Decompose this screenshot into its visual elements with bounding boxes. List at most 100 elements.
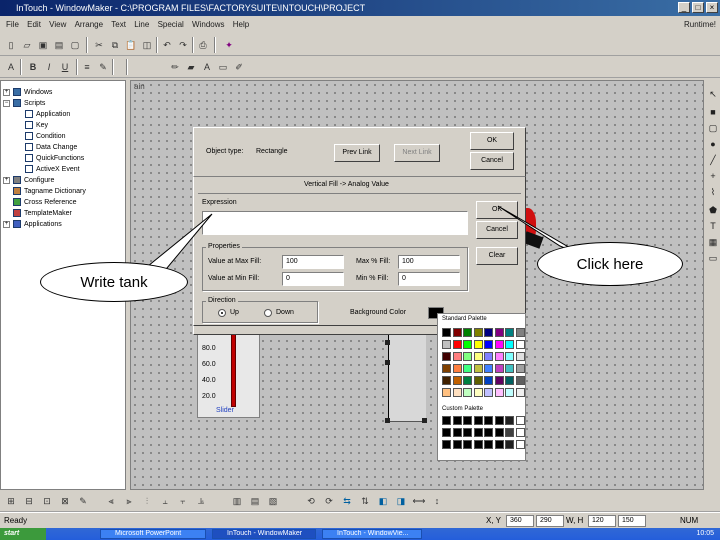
color-swatch[interactable] bbox=[484, 352, 493, 361]
align-icon[interactable]: ⊞ bbox=[4, 494, 18, 508]
align-top-icon[interactable]: ⫠ bbox=[158, 494, 172, 508]
color-swatch[interactable] bbox=[505, 352, 514, 361]
maximize-button[interactable]: □ bbox=[692, 2, 704, 13]
menu-special[interactable]: Special bbox=[158, 20, 184, 29]
color-swatch[interactable] bbox=[505, 364, 514, 373]
color-swatch[interactable] bbox=[463, 440, 472, 449]
tree-item-activex-event[interactable]: ActiveX Event bbox=[25, 165, 80, 174]
save-all-icon[interactable]: ▤ bbox=[52, 38, 66, 52]
slider-wizard[interactable]: 80.0 60.0 40.0 20.0 Slider bbox=[197, 330, 260, 418]
color-swatch[interactable] bbox=[494, 364, 504, 373]
tank-rectangle[interactable] bbox=[388, 330, 426, 422]
font-icon[interactable]: A bbox=[4, 60, 18, 74]
color-swatch[interactable] bbox=[442, 440, 451, 449]
max-fill-input[interactable]: 100 bbox=[398, 255, 460, 269]
bold-icon[interactable]: B bbox=[26, 60, 40, 74]
color-swatch[interactable] bbox=[452, 328, 462, 337]
break-cell-icon[interactable]: ▤ bbox=[248, 494, 262, 508]
grid-icon[interactable]: ⊡ bbox=[40, 494, 54, 508]
rotate-left-icon[interactable]: ⟲ bbox=[304, 494, 318, 508]
object-ok-button[interactable]: OK bbox=[470, 132, 514, 150]
color-swatch[interactable] bbox=[515, 328, 525, 337]
color-swatch[interactable] bbox=[505, 376, 514, 385]
menu-windows[interactable]: Windows bbox=[192, 20, 224, 29]
save-icon[interactable]: ▣ bbox=[36, 38, 50, 52]
color-swatch[interactable] bbox=[515, 440, 525, 449]
expand-applications-icon[interactable]: + bbox=[3, 221, 10, 228]
color-swatch[interactable] bbox=[515, 340, 525, 349]
tree-item-windows[interactable]: Windows bbox=[13, 88, 52, 97]
make-cell-icon[interactable]: ▥ bbox=[230, 494, 244, 508]
color-swatch[interactable] bbox=[484, 440, 493, 449]
minimize-button[interactable]: _ bbox=[678, 2, 690, 13]
color-swatch[interactable] bbox=[473, 416, 483, 425]
task-powerpoint[interactable]: Microsoft PowerPoint bbox=[100, 529, 206, 539]
tree-item-condition[interactable]: Condition bbox=[25, 132, 66, 141]
rotate-right-icon[interactable]: ⟳ bbox=[322, 494, 336, 508]
menu-file[interactable]: File bbox=[6, 20, 19, 29]
color-swatch[interactable] bbox=[452, 364, 462, 373]
close-button[interactable]: × bbox=[706, 2, 718, 13]
task-windowmaker[interactable]: InTouch - WindowMaker bbox=[212, 529, 316, 539]
pencil-icon[interactable]: ✎ bbox=[76, 494, 90, 508]
menu-runtime[interactable]: Runtime! bbox=[684, 16, 716, 34]
tree-item-quickfunctions[interactable]: QuickFunctions bbox=[25, 154, 84, 163]
fill-ok-button[interactable]: OK bbox=[476, 201, 518, 219]
color-swatch[interactable] bbox=[442, 364, 451, 373]
align-center-icon[interactable]: ⫸ bbox=[122, 494, 136, 508]
prev-link-button[interactable]: Prev Link bbox=[334, 144, 380, 162]
line-icon[interactable]: ╱ bbox=[707, 154, 719, 166]
expression-input[interactable] bbox=[202, 211, 468, 235]
color-swatch[interactable] bbox=[473, 364, 483, 373]
menu-arrange[interactable]: Arrange bbox=[75, 20, 103, 29]
color-swatch[interactable] bbox=[442, 340, 451, 349]
color-swatch[interactable] bbox=[442, 388, 451, 397]
color-swatch[interactable] bbox=[505, 340, 514, 349]
flip-horizontal-icon[interactable]: ⇆ bbox=[340, 494, 354, 508]
color-swatch[interactable] bbox=[452, 428, 462, 437]
color-swatch[interactable] bbox=[463, 328, 472, 337]
menu-edit[interactable]: Edit bbox=[27, 20, 41, 29]
color-swatch[interactable] bbox=[515, 388, 525, 397]
fill-clear-button[interactable]: Clear bbox=[476, 247, 518, 265]
color-swatch[interactable] bbox=[505, 440, 514, 449]
redo-icon[interactable]: ↷ bbox=[176, 38, 190, 52]
color-swatch[interactable] bbox=[494, 328, 504, 337]
bitmap-icon[interactable]: ▦ bbox=[707, 236, 719, 248]
direction-down-radio[interactable] bbox=[264, 309, 272, 317]
selection-handle[interactable] bbox=[385, 360, 390, 365]
menu-view[interactable]: View bbox=[49, 20, 66, 29]
align-left-icon[interactable]: ⫷ bbox=[104, 494, 118, 508]
menu-line[interactable]: Line bbox=[134, 20, 149, 29]
cut-icon[interactable]: ✂ bbox=[92, 38, 106, 52]
align-left-icon[interactable]: ≡ bbox=[80, 60, 94, 74]
flip-vertical-icon[interactable]: ⇅ bbox=[358, 494, 372, 508]
align-right-icon[interactable]: ⫶ bbox=[140, 494, 154, 508]
rectangle-icon[interactable]: ■ bbox=[707, 106, 719, 118]
underline-icon[interactable]: U bbox=[58, 60, 72, 74]
color-swatch[interactable] bbox=[505, 328, 514, 337]
wall-icon[interactable]: ⊟ bbox=[22, 494, 36, 508]
color-swatch[interactable] bbox=[473, 352, 483, 361]
tree-item-key[interactable]: Key bbox=[25, 121, 48, 130]
text-tool-icon[interactable]: T bbox=[707, 220, 719, 232]
color-swatch[interactable] bbox=[473, 440, 483, 449]
tree-item-application[interactable]: Application bbox=[25, 110, 70, 119]
reshape-icon[interactable]: ▧ bbox=[266, 494, 280, 508]
hv-line-icon[interactable]: + bbox=[707, 170, 719, 182]
color-swatch[interactable] bbox=[515, 364, 525, 373]
color-swatch[interactable] bbox=[494, 340, 504, 349]
color-swatch[interactable] bbox=[484, 364, 493, 373]
select-icon[interactable]: ↖ bbox=[707, 88, 719, 100]
align-bottom-icon[interactable]: ⫡ bbox=[194, 494, 208, 508]
undo-icon[interactable]: ↶ bbox=[160, 38, 174, 52]
color-swatch[interactable] bbox=[494, 376, 504, 385]
space-vertical-icon[interactable]: ↕ bbox=[430, 494, 444, 508]
color-swatch[interactable] bbox=[463, 364, 472, 373]
tree-item-data-change[interactable]: Data Change bbox=[25, 143, 77, 152]
color-swatch[interactable] bbox=[484, 340, 493, 349]
color-swatch[interactable] bbox=[515, 352, 525, 361]
object-cancel-button[interactable]: Cancel bbox=[470, 152, 514, 170]
value-max-fill-input[interactable]: 100 bbox=[282, 255, 344, 269]
window-color-icon[interactable]: ▭ bbox=[216, 60, 230, 74]
